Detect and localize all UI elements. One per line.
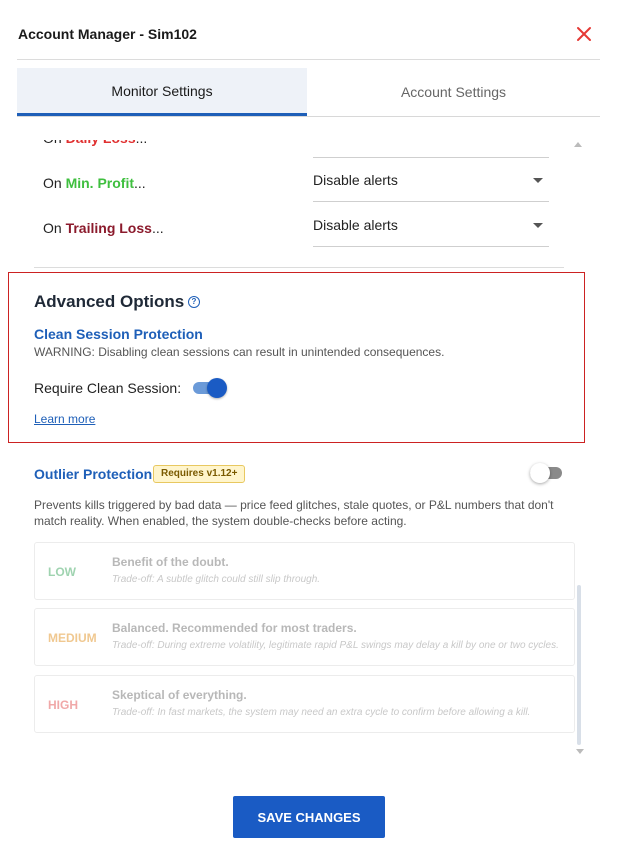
chevron-down-icon — [533, 178, 543, 183]
level-title: Balanced. Recommended for most traders. — [112, 621, 357, 635]
trailing-loss-select-value: Disable alerts — [313, 217, 398, 233]
toggle-knob — [207, 378, 227, 398]
row-suffix: ... — [151, 220, 164, 236]
window-title: Account Manager - Sim102 — [18, 26, 197, 42]
scrollbar[interactable] — [577, 585, 581, 745]
level-label: LOW — [48, 565, 76, 579]
trailing-loss-keyword: Trailing Loss — [65, 220, 152, 236]
section-divider — [34, 267, 564, 268]
toggle-knob — [530, 463, 550, 483]
min-profit-keyword: Min. Profit — [65, 175, 135, 191]
level-tradeoff: Trade-off: In fast markets, the system m… — [112, 707, 531, 718]
outlier-protection-description: Prevents kills triggered by bad data — p… — [34, 498, 554, 528]
row-prefix: On — [43, 220, 66, 236]
daily-loss-keyword: Daily Loss — [65, 130, 136, 146]
tab-bar: Monitor Settings Account Settings — [17, 68, 600, 117]
advanced-options-title: Advanced Options — [34, 292, 185, 311]
help-circle-icon[interactable]: ? — [188, 296, 200, 308]
daily-loss-row-label: On Daily Loss... — [43, 130, 148, 146]
row-prefix: On — [43, 130, 66, 146]
version-badge: Requires v1.12+ — [153, 465, 246, 483]
learn-more-link[interactable]: Learn more — [34, 412, 95, 426]
outlier-protection-title: Outlier Protection — [34, 466, 153, 482]
row-suffix: ... — [135, 130, 148, 146]
save-changes-button[interactable]: SAVE CHANGES — [233, 796, 385, 838]
window-header: Account Manager - Sim102 — [0, 0, 617, 60]
settings-panel: On Daily Loss... On Min. Profit... Disab… — [17, 118, 600, 770]
level-title: Benefit of the doubt. — [112, 555, 229, 569]
sensitivity-option-medium[interactable]: MEDIUM Balanced. Recommended for most tr… — [34, 608, 575, 666]
min-profit-select[interactable]: Disable alerts — [313, 158, 549, 202]
sensitivity-option-high[interactable]: HIGH Skeptical of everything. Trade-off:… — [34, 675, 575, 733]
scroll-up-icon[interactable] — [574, 142, 582, 147]
row-prefix: On — [43, 175, 66, 191]
min-profit-row-label: On Min. Profit... — [43, 175, 146, 191]
scroll-down-icon[interactable] — [576, 749, 584, 754]
clean-session-title: Clean Session Protection — [34, 326, 203, 342]
trailing-loss-row-label: On Trailing Loss... — [43, 220, 164, 236]
sensitivity-option-low[interactable]: LOW Benefit of the doubt. Trade-off: A s… — [34, 542, 575, 600]
level-tradeoff: Trade-off: During extreme volatility, le… — [112, 640, 559, 651]
level-tradeoff: Trade-off: A subtle glitch could still s… — [112, 574, 321, 585]
daily-loss-select[interactable] — [313, 118, 549, 158]
clean-session-warning: WARNING: Disabling clean sessions can re… — [34, 345, 445, 359]
outlier-protection-toggle[interactable] — [530, 463, 564, 483]
require-clean-session-toggle[interactable] — [193, 378, 227, 398]
tab-monitor-settings[interactable]: Monitor Settings — [17, 68, 307, 116]
level-label: HIGH — [48, 698, 78, 712]
trailing-loss-select[interactable]: Disable alerts — [313, 203, 549, 247]
tab-account-settings[interactable]: Account Settings — [307, 68, 600, 116]
level-label: MEDIUM — [48, 631, 97, 645]
row-suffix: ... — [134, 175, 146, 191]
min-profit-select-value: Disable alerts — [313, 172, 398, 188]
close-icon[interactable] — [574, 24, 594, 44]
require-clean-session-label: Require Clean Session: — [34, 380, 182, 396]
header-divider — [17, 59, 600, 60]
chevron-down-icon — [533, 223, 543, 228]
level-title: Skeptical of everything. — [112, 688, 247, 702]
